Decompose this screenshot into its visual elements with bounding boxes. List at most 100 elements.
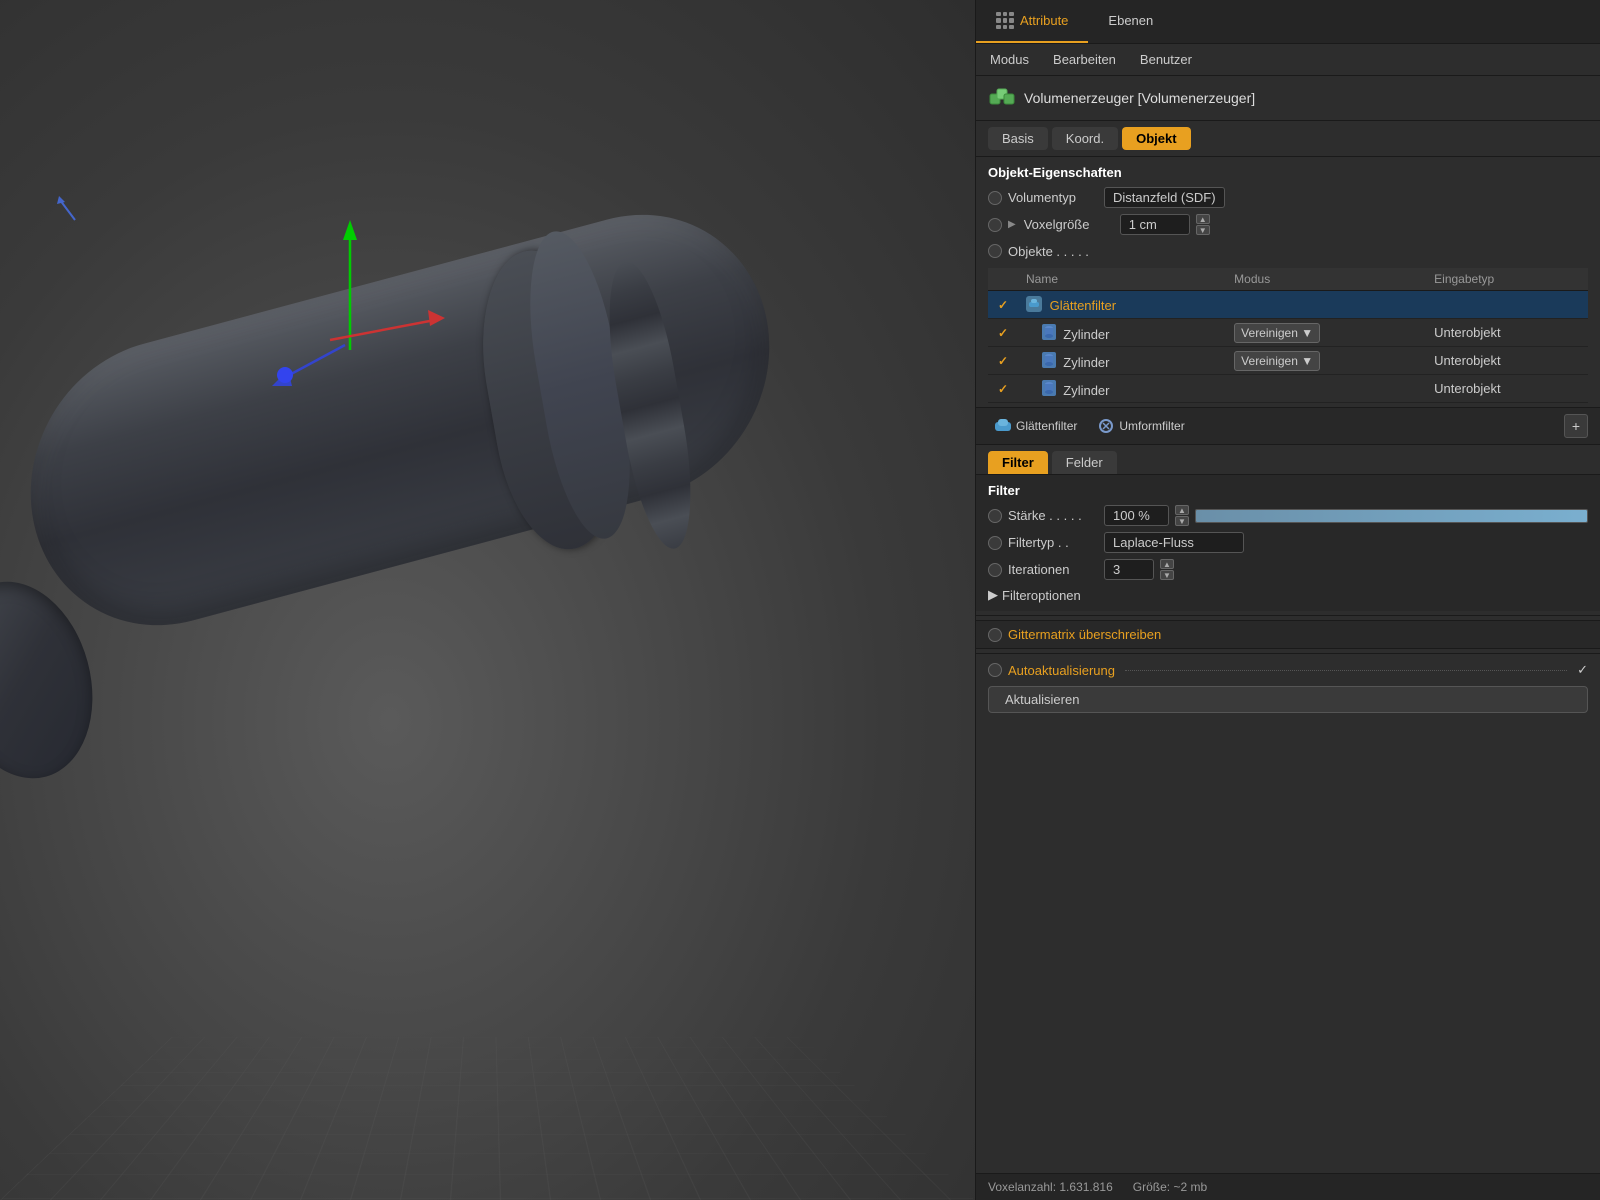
row-modus[interactable]: Vereinigen ▼	[1226, 347, 1426, 375]
row-check[interactable]: ✓	[988, 375, 1018, 403]
filtertyp-row: Filtertyp . . Laplace-Fluss	[976, 529, 1600, 556]
sub-tabs: Basis Koord. Objekt	[976, 121, 1600, 157]
dots-separator	[1125, 670, 1567, 671]
objekte-label: Objekte . . . . .	[1008, 244, 1089, 259]
voxelgroesse-row: ▶ Voxelgröße 1 cm ▲ ▼	[976, 211, 1600, 238]
staerke-spinner-up[interactable]: ▲	[1175, 505, 1189, 515]
row-eingabetyp: Unterobjekt	[1426, 319, 1588, 347]
menu-modus[interactable]: Modus	[986, 50, 1033, 69]
object-tree-wrapper: Name Modus Eingabetyp ✓	[976, 268, 1600, 403]
staerke-fill	[1196, 510, 1587, 522]
cylinder-icon	[1042, 324, 1056, 340]
filteroptionen-row[interactable]: ▶ Filteroptionen	[976, 583, 1600, 607]
grid-icon	[996, 12, 1014, 30]
top-tab-bar: Attribute Ebenen	[976, 0, 1600, 44]
row-check[interactable]: ✓	[988, 319, 1018, 347]
row-name: Zylinder	[1018, 375, 1226, 403]
voxelgroesse-radio[interactable]	[988, 218, 1002, 232]
iterationen-up[interactable]: ▲	[1160, 559, 1174, 569]
table-row[interactable]: ✓ Glättenfilter	[988, 291, 1588, 319]
sub-tab-basis[interactable]: Basis	[988, 127, 1048, 150]
sub-tab-koord[interactable]: Koord.	[1052, 127, 1118, 150]
volumentyp-value[interactable]: Distanzfeld (SDF)	[1104, 187, 1225, 208]
separator1	[976, 615, 1600, 616]
glaettenfilter-btn[interactable]: Glättenfilter	[988, 414, 1083, 438]
filtertyp-radio[interactable]	[988, 536, 1002, 550]
filter-felder-tabs: Filter Felder	[976, 445, 1600, 474]
sub-tab-objekt[interactable]: Objekt	[1122, 127, 1190, 150]
staerke-value[interactable]: 100 %	[1104, 505, 1169, 526]
autoaktualisierung-row: Autoaktualisierung ✓	[976, 658, 1600, 682]
voxelgroesse-value[interactable]: 1 cm	[1120, 214, 1190, 235]
table-row[interactable]: ✓ Zylinder	[988, 375, 1588, 403]
row-check[interactable]: ✓	[988, 347, 1018, 375]
staerke-radio[interactable]	[988, 509, 1002, 523]
autoaktualisierung-radio[interactable]	[988, 663, 1002, 677]
iterationen-down[interactable]: ▼	[1160, 570, 1174, 580]
cylinder-icon	[1042, 380, 1056, 396]
object-title: Volumenerzeuger [Volumenerzeuger]	[1024, 90, 1255, 106]
voxelgroesse-label: Voxelgröße	[1024, 217, 1114, 232]
row-eingabetyp: Unterobjekt	[1426, 375, 1588, 403]
staerke-row: Stärke . . . . . 100 % ▲ ▼	[976, 502, 1600, 529]
vol-gen-icon	[988, 84, 1016, 112]
status-bar: Voxelanzahl: 1.631.816 Größe: ~2 mb	[976, 1173, 1600, 1200]
tab-attribute[interactable]: Attribute	[976, 0, 1088, 43]
filter-toolbar: Glättenfilter Umformfilter +	[976, 407, 1600, 445]
transform-gizmo[interactable]: A	[250, 200, 450, 400]
object-tree-table: Name Modus Eingabetyp ✓	[988, 268, 1588, 403]
staerke-progress	[1195, 509, 1588, 523]
volumentyp-radio[interactable]	[988, 191, 1002, 205]
col-modus: Modus	[1226, 268, 1426, 291]
volumentyp-label: Volumentyp	[1008, 190, 1098, 205]
menu-bearbeiten[interactable]: Bearbeiten	[1049, 50, 1120, 69]
umformfilter-btn[interactable]: Umformfilter	[1091, 414, 1190, 438]
staerke-spinner[interactable]: ▲ ▼	[1175, 505, 1189, 526]
iterationen-radio[interactable]	[988, 563, 1002, 577]
menu-benutzer[interactable]: Benutzer	[1136, 50, 1196, 69]
voxelgroesse-spinner[interactable]: ▲ ▼	[1196, 214, 1210, 235]
object-info: Volumenerzeuger [Volumenerzeuger]	[976, 76, 1600, 121]
aktualisieren-button[interactable]: Aktualisieren	[988, 686, 1588, 713]
cylinder-icon	[1042, 352, 1056, 368]
objekt-properties-title: Objekt-Eigenschaften	[976, 157, 1600, 184]
gittermatrix-radio[interactable]	[988, 628, 1002, 642]
umformfilter-label: Umformfilter	[1119, 419, 1184, 433]
objekte-radio[interactable]	[988, 244, 1002, 258]
3d-viewport[interactable]: A	[0, 0, 975, 1200]
autoaktualisierung-check: ✓	[1577, 662, 1588, 678]
row-modus	[1226, 291, 1426, 319]
row-modus	[1226, 375, 1426, 403]
node-name-zylinder3: Zylinder	[1063, 383, 1109, 398]
row-eingabetyp: Unterobjekt	[1426, 347, 1588, 375]
row-name: Zylinder	[1018, 347, 1226, 375]
spinner-up[interactable]: ▲	[1196, 214, 1210, 224]
menu-bar: Modus Bearbeiten Benutzer	[976, 44, 1600, 76]
voxelgroesse-triangle: ▶	[1008, 219, 1016, 230]
axis-indicator	[55, 190, 95, 233]
iterationen-row: Iterationen 3 ▲ ▼	[976, 556, 1600, 583]
row-eingabetyp	[1426, 291, 1588, 319]
tab-ebenen-label: Ebenen	[1108, 13, 1153, 28]
groesse: Größe: ~2 mb	[1133, 1180, 1207, 1194]
objekte-row: Objekte . . . . .	[976, 238, 1600, 264]
filter-section: Filter Stärke . . . . . 100 % ▲ ▼ Filter…	[976, 474, 1600, 611]
row-check[interactable]: ✓	[988, 291, 1018, 319]
modus-dropdown1[interactable]: Vereinigen ▼	[1234, 323, 1320, 343]
filter-add-button[interactable]: +	[1564, 414, 1588, 438]
tab-filter[interactable]: Filter	[988, 451, 1048, 474]
table-row[interactable]: ✓ Zylinder	[988, 319, 1588, 347]
tab-felder[interactable]: Felder	[1052, 451, 1117, 474]
iterationen-spinner[interactable]: ▲ ▼	[1160, 559, 1174, 580]
filtertyp-value[interactable]: Laplace-Fluss	[1104, 532, 1244, 553]
tab-ebenen[interactable]: Ebenen	[1088, 0, 1173, 43]
spinner-down[interactable]: ▼	[1196, 225, 1210, 235]
iterationen-label: Iterationen	[1008, 562, 1098, 577]
iterationen-value[interactable]: 3	[1104, 559, 1154, 580]
objekt-eigenschaften: Objekt-Eigenschaften Volumentyp Distanzf…	[976, 157, 1600, 407]
modus-dropdown2[interactable]: Vereinigen ▼	[1234, 351, 1320, 371]
staerke-spinner-down[interactable]: ▼	[1175, 516, 1189, 526]
table-row[interactable]: ✓ Zylinder	[988, 347, 1588, 375]
smooth-icon	[1026, 296, 1042, 312]
row-modus[interactable]: Vereinigen ▼	[1226, 319, 1426, 347]
